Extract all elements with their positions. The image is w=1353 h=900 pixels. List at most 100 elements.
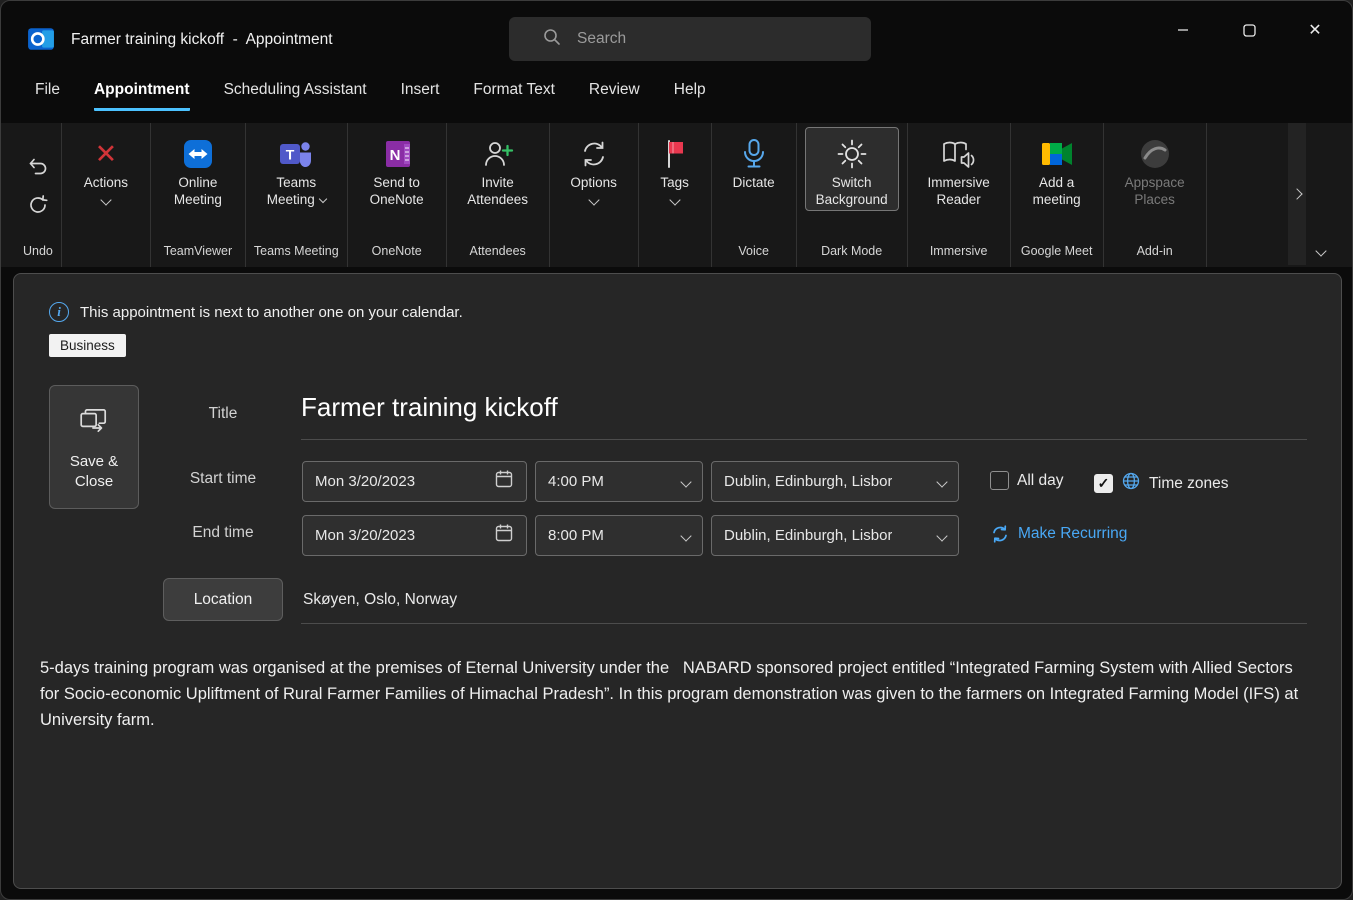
chevron-down-icon [319, 195, 327, 203]
location-button[interactable]: Location [163, 578, 283, 621]
ribbon-group-immersive: Immersive Reader Immersive [908, 123, 1011, 267]
menu-file[interactable]: File [35, 81, 60, 111]
calendar-icon [494, 469, 514, 494]
minimize-button[interactable] [1150, 1, 1216, 59]
all-day-checkbox[interactable] [990, 471, 1009, 490]
chevron-down-icon [588, 194, 599, 205]
online-meeting-button[interactable]: Online Meeting [159, 127, 237, 211]
save-and-close-button[interactable]: Save & Close [49, 385, 139, 509]
teams-icon: T [278, 134, 314, 174]
start-timezone-dropdown[interactable]: Dublin, Edinburgh, Lisbor [711, 461, 959, 502]
end-time-dropdown[interactable]: 8:00 PM [535, 515, 703, 556]
actions-x-icon: ✕ [95, 134, 118, 174]
menu-appointment[interactable]: Appointment [94, 81, 190, 111]
teams-meeting-button[interactable]: T Teams Meeting [255, 127, 337, 211]
make-recurring-button[interactable]: Make Recurring [990, 524, 1127, 544]
microphone-icon [738, 134, 770, 174]
menu-insert[interactable]: Insert [401, 81, 440, 111]
appointment-body[interactable]: 5-days training program was organised at… [40, 655, 1308, 733]
actions-button[interactable]: ✕ Actions [70, 127, 142, 207]
start-time-label: Start time [164, 470, 282, 488]
ribbon-group-onenote: N Send to OneNote OneNote [348, 123, 447, 267]
ribbon-group-options: Options [550, 123, 639, 267]
ribbon-group-label-google-meet: Google Meet [1019, 241, 1095, 267]
globe-icon [1121, 471, 1141, 496]
search-box[interactable]: Search [509, 17, 871, 61]
tags-button[interactable]: Tags [647, 127, 703, 207]
end-date-input[interactable]: Mon 3/20/2023 [302, 515, 527, 556]
recurring-icon [990, 524, 1010, 544]
title-input[interactable]: Farmer training kickoff [301, 392, 558, 423]
appointment-form-panel: i This appointment is next to another on… [13, 273, 1342, 889]
ribbon-group-undo: Undo [15, 123, 62, 267]
appspace-icon [1138, 134, 1172, 174]
ribbon-group-teamviewer: Online Meeting TeamViewer [151, 123, 246, 267]
chevron-down-icon [100, 194, 111, 205]
redo-icon [26, 193, 50, 220]
google-meet-icon [1040, 134, 1074, 174]
start-date-input[interactable]: Mon 3/20/2023 [302, 461, 527, 502]
ribbon-group-voice: Dictate Voice [712, 123, 797, 267]
undo-button[interactable] [26, 154, 50, 181]
appspace-places-button: Appspace Places [1112, 127, 1198, 211]
category-badge[interactable]: Business [49, 334, 126, 357]
ribbon-group-attendees: Invite Attendees Attendees [447, 123, 550, 267]
outlook-app-icon [27, 25, 55, 53]
search-placeholder: Search [577, 30, 626, 48]
ribbon-group-dark-mode: Switch Background Dark Mode [797, 123, 908, 267]
ribbon-group-tags: Tags [639, 123, 712, 267]
send-to-onenote-button[interactable]: N Send to OneNote [356, 127, 438, 211]
all-day-label[interactable]: All day [1017, 472, 1064, 490]
menu-format-text[interactable]: Format Text [473, 81, 555, 111]
ribbon-group-label-addin: Add-in [1112, 241, 1198, 267]
onenote-icon: N [380, 134, 414, 174]
ribbon-group-label-undo: Undo [23, 241, 53, 267]
divider [301, 439, 1307, 440]
ribbon-group-label-attendees: Attendees [455, 241, 541, 267]
immersive-reader-button[interactable]: Immersive Reader [916, 127, 1002, 211]
ribbon-group-teams-meeting: T Teams Meeting Teams Meeting [246, 123, 348, 267]
window-title: Farmer training kickoff - Appointment [71, 31, 333, 49]
chevron-down-icon [936, 476, 947, 487]
switch-background-button[interactable]: Switch Background [805, 127, 899, 211]
svg-text:N: N [389, 147, 400, 164]
time-zones-label[interactable]: Time zones [1149, 475, 1229, 493]
divider [301, 623, 1307, 624]
chevron-down-icon [936, 530, 947, 541]
window-controls: ✕ [1150, 1, 1348, 59]
menu-scheduling-assistant[interactable]: Scheduling Assistant [224, 81, 367, 111]
close-button[interactable]: ✕ [1282, 1, 1348, 59]
invite-attendees-icon [481, 134, 515, 174]
teamviewer-icon [181, 134, 215, 174]
collapse-ribbon-button[interactable] [1304, 237, 1338, 265]
ribbon-group-label-teamviewer: TeamViewer [159, 241, 237, 267]
ribbon-group-actions: ✕ Actions [62, 123, 151, 267]
time-zones-control: Time zones [1094, 471, 1229, 496]
sun-icon [835, 134, 869, 174]
ribbon-group-label-voice: Voice [720, 241, 788, 267]
location-input[interactable]: Skøyen, Oslo, Norway [303, 578, 457, 621]
end-time-label: End time [164, 524, 282, 542]
ribbon-group-label-dark-mode: Dark Mode [805, 241, 899, 267]
title-label: Title [164, 405, 282, 423]
chevron-down-icon [680, 476, 691, 487]
maximize-button[interactable] [1216, 1, 1282, 59]
time-zones-checkbox[interactable] [1094, 474, 1113, 493]
dictate-button[interactable]: Dictate [720, 127, 788, 194]
infobar: i This appointment is next to another on… [49, 302, 463, 322]
svg-text:T: T [286, 147, 295, 163]
undo-icon [26, 154, 50, 181]
calendar-icon [494, 523, 514, 548]
ribbon-group-label-onenote: OneNote [356, 241, 438, 267]
menu-help[interactable]: Help [674, 81, 706, 111]
flag-icon [660, 134, 690, 174]
save-close-icon [78, 406, 110, 440]
invite-attendees-button[interactable]: Invite Attendees [455, 127, 541, 211]
options-button[interactable]: Options [558, 127, 630, 207]
menu-review[interactable]: Review [589, 81, 640, 111]
ribbon-group-addin: Appspace Places Add-in [1104, 123, 1207, 267]
start-time-dropdown[interactable]: 4:00 PM [535, 461, 703, 502]
add-a-meeting-button[interactable]: Add a meeting [1019, 127, 1095, 211]
redo-button[interactable] [26, 193, 50, 220]
end-timezone-dropdown[interactable]: Dublin, Edinburgh, Lisbor [711, 515, 959, 556]
